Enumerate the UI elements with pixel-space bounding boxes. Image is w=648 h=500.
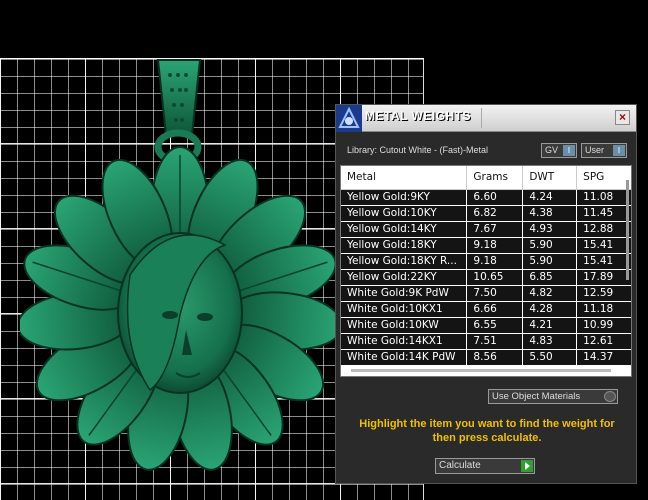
table-row[interactable]: Yellow Gold:10KY 6.82 4.38 11.45 (341, 205, 631, 222)
table-header: Metal Grams DWT SPG (341, 166, 631, 190)
cell-dwt: 5.90 (522, 253, 578, 270)
cell-spg: 11.08 (576, 189, 631, 206)
cell-dwt: 4.93 (522, 221, 578, 238)
col-spg[interactable]: SPG (576, 166, 631, 190)
cell-grams: 7.51 (466, 333, 524, 350)
table-vertical-scrollbar[interactable] (626, 180, 629, 280)
cell-metal: Yellow Gold:14KY (341, 221, 468, 238)
cell-metal: Yellow Gold:18KY R... (341, 253, 468, 270)
cell-spg: 10.99 (576, 317, 631, 334)
calculate-label: Calculate (439, 460, 481, 471)
cell-dwt: 4.28 (522, 301, 578, 318)
cell-metal: White Gold:10KX1 (341, 301, 468, 318)
close-button[interactable]: × (615, 110, 630, 125)
app-icon (336, 105, 362, 132)
user-label: User (585, 145, 605, 155)
cell-grams: 6.82 (466, 205, 524, 222)
user-switch-icon: I (613, 145, 625, 156)
cell-metal: Yellow Gold:18KY (341, 237, 468, 254)
cell-dwt: 4.24 (522, 189, 578, 206)
cell-metal: White Gold:9K PdW (341, 285, 468, 302)
user-toggle[interactable]: User I (581, 143, 627, 158)
metal-table[interactable]: Metal Grams DWT SPG Yellow Gold:9KY 6.60 4… (340, 165, 632, 377)
col-grams[interactable]: Grams (466, 166, 524, 190)
gv-toggle[interactable]: GV I (541, 143, 577, 158)
close-icon: × (618, 110, 626, 124)
cell-dwt: 4.82 (522, 285, 578, 302)
cell-metal: White Gold:14K PdW (341, 349, 468, 366)
table-row[interactable]: Yellow Gold:18KY 9.18 5.90 15.41 (341, 237, 631, 254)
table-row[interactable]: Yellow Gold:18KY R... 9.18 5.90 15.41 (341, 253, 631, 270)
table-row[interactable]: White Gold:10KX1 6.66 4.28 11.18 (341, 301, 631, 318)
cell-spg: 17.89 (576, 269, 631, 286)
table-row[interactable]: White Gold:14K PdW 8.56 5.50 14.37 (341, 349, 631, 366)
cell-dwt: 4.21 (522, 317, 578, 334)
library-label: Library: Cutout White - (Fast)-Metal (347, 145, 489, 155)
cell-spg: 14.37 (576, 349, 631, 366)
cell-metal: White Gold:14KX1 (341, 333, 468, 350)
cell-dwt: 4.83 (522, 333, 578, 350)
cell-spg: 11.18 (576, 301, 631, 318)
cell-grams: 6.66 (466, 301, 524, 318)
cell-grams: 7.67 (466, 221, 524, 238)
metal-weights-panel: METAL WEIGHTS × Library: Cutout White - … (335, 104, 637, 484)
cell-dwt: 4.38 (522, 205, 578, 222)
gv-label: GV (545, 145, 559, 155)
cell-grams: 10.65 (466, 269, 524, 286)
materials-select-value: Use Object Materials (492, 391, 581, 402)
gv-switch-icon: I (563, 145, 575, 156)
table-horizontal-scrollbar[interactable] (351, 369, 611, 372)
col-metal[interactable]: Metal (341, 166, 468, 190)
cell-dwt: 5.50 (522, 349, 578, 366)
cell-spg: 11.45 (576, 205, 631, 222)
play-icon (521, 460, 533, 472)
table-row[interactable]: Yellow Gold:9KY 6.60 4.24 11.08 (341, 189, 631, 206)
table-row[interactable]: White Gold:10KW 6.55 4.21 10.99 (341, 317, 631, 334)
cell-grams: 9.18 (466, 237, 524, 254)
pendant-model[interactable] (20, 55, 340, 500)
materials-select[interactable]: Use Object Materials (488, 389, 618, 404)
col-dwt[interactable]: DWT (522, 166, 578, 190)
table-row[interactable]: Yellow Gold:22KY 10.65 6.85 17.89 (341, 269, 631, 286)
table-row[interactable]: Yellow Gold:14KY 7.67 4.93 12.88 (341, 221, 631, 238)
cell-dwt: 5.90 (522, 237, 578, 254)
cell-spg: 15.41 (576, 237, 631, 254)
title-separator (481, 108, 482, 128)
cell-dwt: 6.85 (522, 269, 578, 286)
cell-spg: 12.59 (576, 285, 631, 302)
cell-grams: 9.18 (466, 253, 524, 270)
instruction-text: Highlight the item you want to find the … (359, 418, 615, 444)
table-row[interactable]: White Gold:9K PdW 7.50 4.82 12.59 (341, 285, 631, 302)
cell-grams: 6.60 (466, 189, 524, 206)
panel-title: METAL WEIGHTS (365, 109, 472, 123)
bail-shape (156, 59, 202, 136)
cell-metal: Yellow Gold:10KY (341, 205, 468, 222)
cell-metal: Yellow Gold:9KY (341, 189, 468, 206)
cell-metal: White Gold:10KW (341, 317, 468, 334)
cell-grams: 6.55 (466, 317, 524, 334)
cell-grams: 7.50 (466, 285, 524, 302)
calculate-button[interactable]: Calculate (435, 458, 535, 474)
panel-titlebar[interactable]: METAL WEIGHTS × (336, 105, 636, 132)
cell-spg: 12.88 (576, 221, 631, 238)
table-row[interactable]: White Gold:14KX1 7.51 4.83 12.61 (341, 333, 631, 350)
cell-grams: 8.56 (466, 349, 524, 366)
cell-spg: 12.61 (576, 333, 631, 350)
cell-spg: 15.41 (576, 253, 631, 270)
cell-metal: Yellow Gold:22KY (341, 269, 468, 286)
dropdown-icon (604, 391, 616, 402)
